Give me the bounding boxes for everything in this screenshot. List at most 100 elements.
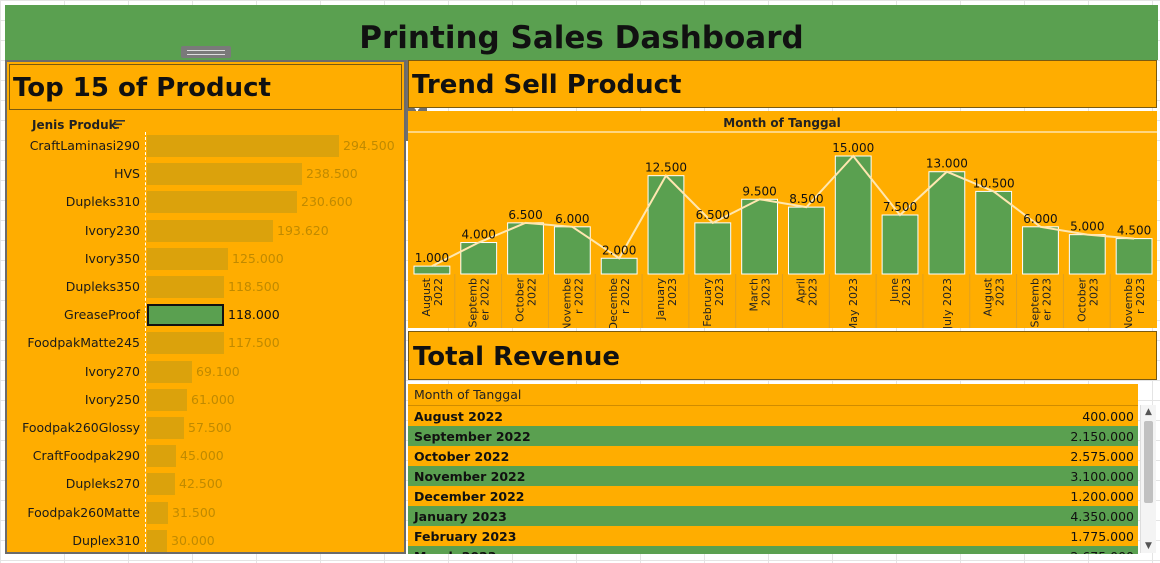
product-bar[interactable] bbox=[147, 276, 224, 298]
x-tick-label: February 2023 bbox=[701, 278, 726, 327]
trend-bar[interactable] bbox=[694, 222, 732, 275]
product-bar[interactable] bbox=[147, 191, 297, 214]
product-bar[interactable] bbox=[147, 163, 302, 186]
product-bar[interactable] bbox=[147, 332, 224, 355]
x-tick-label: January 2023 bbox=[654, 278, 679, 321]
trend-title-box: Trend Sell Product bbox=[408, 60, 1157, 108]
x-tick-label: July 2023 bbox=[941, 278, 954, 328]
revenue-table[interactable]: Month of Tanggal August 2022 400.000 Septe… bbox=[408, 384, 1138, 554]
trend-bar[interactable] bbox=[834, 155, 872, 275]
trend-value-label: 6.000 bbox=[555, 212, 589, 226]
x-tick-label: June 2023 bbox=[888, 278, 913, 306]
revenue-month: August 2022 bbox=[414, 409, 503, 424]
revenue-row[interactable]: October 2022 2.575.000 bbox=[408, 446, 1138, 466]
revenue-scrollbar[interactable]: ▲ ▼ bbox=[1140, 405, 1156, 553]
product-bar[interactable] bbox=[147, 473, 175, 496]
product-bar[interactable] bbox=[147, 219, 273, 242]
trend-value-label: 4.000 bbox=[462, 228, 496, 242]
product-value: 117.500 bbox=[228, 335, 280, 351]
revenue-row[interactable]: September 2022 2.150.000 bbox=[408, 426, 1138, 446]
x-tick-label: Decembe r 2022 bbox=[607, 278, 632, 328]
product-bar-row[interactable]: Foodpak260Matte 31.500 bbox=[7, 499, 402, 527]
product-value: 230.600 bbox=[301, 194, 353, 210]
revenue-value: 4.350.000 bbox=[1070, 509, 1134, 524]
product-bar-row[interactable]: HVS 238.500 bbox=[7, 160, 402, 188]
trend-bar[interactable] bbox=[553, 226, 591, 275]
product-bar[interactable] bbox=[147, 388, 187, 411]
x-tick-label: October 2023 bbox=[1075, 278, 1100, 322]
trend-bar[interactable] bbox=[881, 214, 919, 275]
trend-bar[interactable] bbox=[460, 242, 498, 275]
trend-bar[interactable] bbox=[1068, 234, 1106, 275]
product-bar-row[interactable]: Dupleks350 118.500 bbox=[7, 273, 402, 301]
product-bar-row[interactable]: CraftFoodpak290 45.000 bbox=[7, 442, 402, 470]
scroll-down-icon[interactable]: ▼ bbox=[1141, 539, 1156, 553]
product-bar-row[interactable]: FoodpakMatte245 117.500 bbox=[7, 329, 402, 357]
product-name: Ivory350 bbox=[84, 250, 140, 266]
revenue-row[interactable]: December 2022 1.200.000 bbox=[408, 486, 1138, 506]
product-bar-row[interactable]: Dupleks270 42.500 bbox=[7, 470, 402, 498]
product-bar[interactable] bbox=[147, 247, 228, 270]
scroll-up-icon[interactable]: ▲ bbox=[1141, 405, 1156, 419]
trend-value-label: 6.500 bbox=[696, 208, 730, 222]
product-bar[interactable] bbox=[147, 501, 168, 524]
trend-bar[interactable] bbox=[975, 190, 1013, 275]
product-value: 45.000 bbox=[180, 448, 224, 464]
product-column-header[interactable]: Jenis Produk bbox=[32, 118, 117, 132]
product-bar[interactable] bbox=[147, 529, 167, 552]
product-bar[interactable] bbox=[147, 304, 224, 327]
product-bar-row[interactable]: Ivory270 69.100 bbox=[7, 358, 402, 386]
revenue-row[interactable]: March 2023 2.675.000 bbox=[408, 546, 1138, 554]
chart-title: Month of Tanggal bbox=[723, 116, 841, 130]
product-bar-row[interactable]: Ivory250 61.000 bbox=[7, 386, 402, 414]
revenue-row[interactable]: November 2022 3.100.000 bbox=[408, 466, 1138, 486]
trend-bar[interactable] bbox=[1115, 238, 1153, 275]
product-bar-row[interactable]: CraftLaminasi290 294.500 bbox=[7, 132, 402, 160]
product-bar[interactable] bbox=[147, 417, 184, 439]
product-bar[interactable] bbox=[147, 360, 192, 383]
trend-bar[interactable] bbox=[928, 171, 966, 275]
trend-bar[interactable] bbox=[413, 265, 451, 275]
x-tick-text: 2023 bbox=[666, 278, 679, 306]
trend-bar[interactable] bbox=[741, 198, 778, 275]
trend-chart[interactable]: Month of Tanggal 1.000 4.000 6.500 6.000 2.00… bbox=[408, 111, 1157, 328]
top-products-panel[interactable]: Top 15 of Product Jenis Produk CraftLami… bbox=[5, 60, 406, 554]
x-tick-label: April 2023 bbox=[794, 278, 819, 306]
product-bar[interactable] bbox=[147, 445, 176, 468]
product-name: Dupleks350 bbox=[65, 279, 140, 294]
trend-value-label: 9.500 bbox=[742, 184, 776, 198]
product-bar-row[interactable]: Duplex310 30.000 bbox=[7, 527, 402, 555]
product-bar[interactable] bbox=[147, 135, 339, 157]
trend-bar[interactable] bbox=[647, 175, 685, 275]
sort-icon[interactable] bbox=[114, 119, 125, 130]
product-bar-row[interactable]: Dupleks310 230.600 bbox=[7, 188, 402, 216]
revenue-row[interactable]: February 2023 1.775.000 bbox=[408, 526, 1138, 546]
x-tick-text: r 2022 bbox=[572, 278, 585, 314]
x-tick-text: er 2023 bbox=[1040, 278, 1053, 321]
product-bar-row[interactable]: GreaseProof 118.000 bbox=[7, 301, 402, 329]
x-tick-label: Septemb er 2022 bbox=[467, 278, 492, 328]
x-tick-text: 2023 bbox=[994, 278, 1007, 306]
revenue-month: October 2022 bbox=[414, 449, 510, 464]
revenue-row[interactable]: August 2022 400.000 bbox=[408, 406, 1138, 426]
product-bar-row[interactable]: Ivory350 125.000 bbox=[7, 245, 402, 273]
trend-bar[interactable] bbox=[1022, 226, 1059, 275]
product-bar-row[interactable]: Ivory230 193.620 bbox=[7, 217, 402, 245]
revenue-value: 2.575.000 bbox=[1070, 449, 1134, 464]
trend-value-label: 7.500 bbox=[883, 200, 917, 214]
revenue-month: February 2023 bbox=[414, 529, 517, 544]
product-bar-row[interactable]: Foodpak260Glossy 57.500 bbox=[7, 414, 402, 442]
drag-handle[interactable] bbox=[181, 46, 231, 58]
product-value: 125.000 bbox=[232, 250, 284, 266]
product-value: 193.620 bbox=[277, 222, 329, 238]
revenue-row[interactable]: January 2023 4.350.000 bbox=[408, 506, 1138, 526]
product-value: 69.100 bbox=[196, 363, 240, 379]
revenue-column-header[interactable]: Month of Tanggal bbox=[408, 384, 1138, 406]
revenue-value: 2.150.000 bbox=[1070, 429, 1134, 444]
scroll-thumb[interactable] bbox=[1144, 421, 1153, 503]
trend-bar[interactable] bbox=[600, 257, 638, 275]
product-name: GreaseProof bbox=[64, 307, 140, 323]
trend-bar[interactable] bbox=[788, 206, 825, 275]
trend-bar[interactable] bbox=[507, 222, 544, 275]
x-tick-label: Novembe r 2023 bbox=[1122, 278, 1147, 328]
